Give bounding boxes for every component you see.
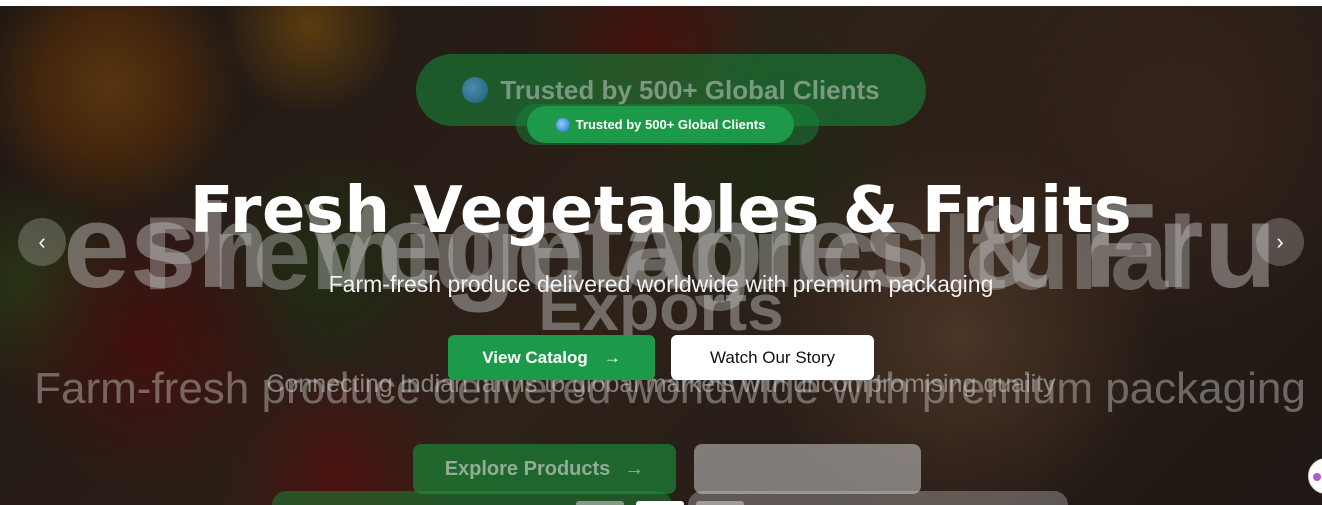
ghost-badge-text: Trusted by 500+ Global Clients xyxy=(500,74,880,105)
carousel-dot-2[interactable] xyxy=(636,501,684,505)
view-catalog-button[interactable]: View Catalog → xyxy=(448,335,655,380)
arrow-right-icon: → xyxy=(624,457,645,480)
arrow-right-icon: → xyxy=(603,347,621,367)
chevron-right-icon: › xyxy=(1276,229,1284,254)
hero-subtitle: Farm-fresh produce delivered worldwide w… xyxy=(328,271,994,297)
trust-badge-text: Trusted by 500+ Global Clients xyxy=(575,117,766,132)
ghost-explore-button: Explore Products → xyxy=(413,444,676,494)
ghost-bottom-bar-right xyxy=(688,491,1068,505)
carousel-dots xyxy=(576,501,744,505)
globe-icon xyxy=(462,77,489,103)
view-catalog-label: View Catalog xyxy=(482,347,588,367)
watch-our-story-label: Watch Our Story xyxy=(709,347,835,367)
ghost-next-tagline: Connecting Indian farms to global market… xyxy=(266,370,1056,398)
trust-badge: Trusted by 500+ Global Clients xyxy=(527,106,794,143)
carousel-dot-1[interactable] xyxy=(576,501,624,505)
carousel-prev-button[interactable]: ‹ xyxy=(18,218,66,266)
carousel-dot-3[interactable] xyxy=(696,501,744,505)
chevron-left-icon: ‹ xyxy=(38,229,46,254)
ghost-explore-label: Explore Products xyxy=(444,457,611,480)
globe-icon xyxy=(555,117,570,132)
hero-carousel: esh Vegetables & Fru Premium Agricultura… xyxy=(0,6,1322,505)
carousel-next-button[interactable]: › xyxy=(1256,218,1304,266)
ghost-secondary-button xyxy=(694,444,921,494)
hero-title: Fresh Vegetables & Fruits xyxy=(189,174,1133,248)
watch-our-story-button[interactable]: Watch Our Story xyxy=(671,335,874,380)
